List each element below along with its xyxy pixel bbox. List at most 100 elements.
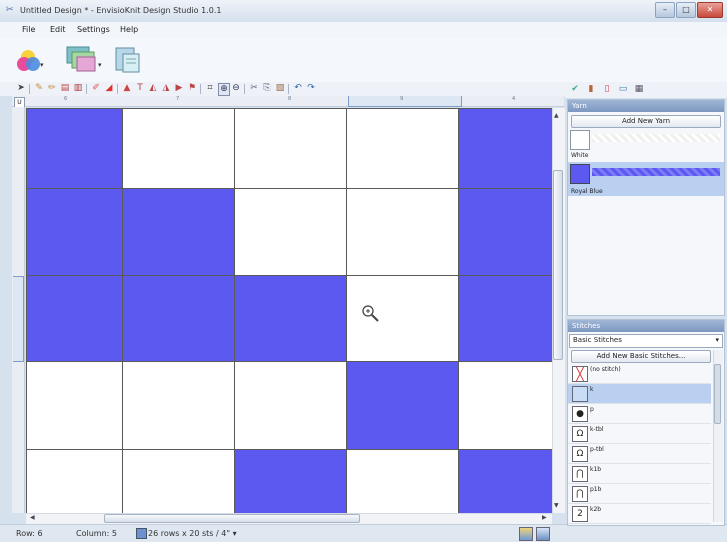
grid-cell[interactable] — [122, 188, 235, 276]
crop-icon[interactable]: ⌗ — [205, 83, 215, 94]
horizontal-scroll-thumb[interactable] — [104, 514, 360, 523]
toolbar-separator — [288, 84, 289, 94]
stitch-label: p — [590, 406, 594, 413]
chart-icon[interactable]: ▯ — [602, 84, 612, 95]
grid-cell[interactable] — [346, 188, 459, 276]
text-tool-icon[interactable]: T — [135, 83, 145, 94]
stitch-label: k2b — [590, 506, 602, 513]
stitch-set-select[interactable]: Basic Stitches ▾ — [569, 334, 723, 348]
knit-icon — [572, 386, 588, 402]
grid-cell[interactable] — [458, 108, 552, 189]
stamp-icon[interactable]: ▤ — [60, 83, 70, 94]
yarn-swatch-white[interactable] — [570, 130, 590, 150]
pencil-icon[interactable]: ✎ — [34, 83, 44, 94]
grid-cell[interactable] — [234, 361, 347, 450]
status-gauge[interactable]: 26 rows x 20 sts / 4" ▾ — [148, 529, 237, 538]
minimize-button[interactable]: – — [655, 2, 675, 18]
add-new-basic-stitches-button[interactable]: Add New Basic Stitches... — [571, 350, 711, 363]
undo-icon[interactable]: ↶ — [293, 83, 303, 94]
ruler-tick: 9 — [400, 96, 404, 102]
menu-file[interactable]: File — [22, 25, 35, 34]
pen-icon[interactable]: ✏ — [47, 83, 57, 94]
grid-cell[interactable] — [26, 361, 123, 450]
grid-cell[interactable] — [458, 275, 552, 362]
color-circles-icon[interactable]: ▾ — [17, 47, 47, 75]
grid-icon[interactable]: ▦ — [634, 84, 644, 95]
brush-icon[interactable]: ✐ — [91, 83, 101, 94]
menu-help[interactable]: Help — [120, 25, 138, 34]
shape-alt-icon[interactable]: ◮ — [161, 83, 171, 94]
grid-cell[interactable] — [346, 449, 459, 513]
scroll-up-icon[interactable]: ▲ — [554, 112, 559, 119]
grid-cell[interactable] — [234, 108, 347, 189]
grid-cell[interactable] — [346, 108, 459, 189]
grid-cell[interactable] — [122, 275, 235, 362]
menu-settings[interactable]: Settings — [77, 25, 110, 34]
yarn-tool-icon[interactable]: ✔ — [570, 84, 580, 95]
pattern-layers-icon[interactable]: ▾ — [65, 45, 105, 75]
stitch-item[interactable]: Ωk-tbl — [568, 424, 711, 444]
scroll-right-icon[interactable]: ▶ — [542, 514, 547, 521]
toolbar-separator — [86, 84, 87, 94]
toolbar-separator — [117, 84, 118, 94]
stitch-item[interactable]: Ωp-tbl — [568, 444, 711, 464]
add-new-yarn-button[interactable]: Add New Yarn — [571, 115, 721, 128]
shape-icon[interactable]: ◭ — [148, 83, 158, 94]
stitch-item[interactable]: ╳ (no stitch) — [568, 364, 711, 384]
stitch-label: k1b — [590, 466, 602, 473]
stitch-item[interactable]: 2 k2b — [568, 504, 711, 524]
svg-text:▾: ▾ — [40, 61, 44, 69]
book-icon[interactable]: ▮ — [586, 84, 596, 95]
grid-cell[interactable] — [122, 108, 235, 189]
grid-cell[interactable] — [26, 188, 123, 276]
paste-icon[interactable]: ▧ — [275, 83, 285, 94]
stitch-list-scroll-thumb[interactable] — [714, 364, 721, 424]
grid-cell[interactable] — [458, 449, 552, 513]
pointer-icon[interactable]: ➤ — [16, 83, 26, 94]
document-icon[interactable]: ▭ — [618, 84, 628, 95]
grid-cell[interactable] — [26, 108, 123, 189]
eraser-icon[interactable]: ◢ — [104, 83, 114, 94]
menu-edit[interactable]: Edit — [50, 25, 66, 34]
grid-cell[interactable] — [458, 361, 552, 450]
grid-cell[interactable] — [234, 275, 347, 362]
scroll-down-icon[interactable]: ▼ — [554, 502, 559, 509]
stitch-list: ╳(no stitch)k●pΩk-tblΩp-tbl⋂k1b⋂p1b2k2b3… — [568, 364, 713, 524]
view-mode-icon[interactable] — [519, 527, 533, 541]
zoom-out-icon[interactable]: ⊖ — [231, 83, 241, 94]
knit-tbl-icon: Ω — [572, 426, 588, 442]
vertical-scroll-thumb[interactable] — [553, 170, 563, 360]
grid-cell[interactable] — [26, 275, 123, 362]
redo-icon[interactable]: ↷ — [306, 83, 316, 94]
zoom-in-icon[interactable]: ⊕ — [218, 83, 230, 96]
pattern-sheet-icon[interactable] — [114, 45, 142, 75]
stitch-item[interactable]: ⋂ k1b — [568, 464, 711, 484]
scroll-left-icon[interactable]: ◀ — [30, 514, 35, 521]
stitch-label: p1b — [590, 486, 602, 493]
stitch-item[interactable]: 3k3b — [568, 524, 711, 525]
flag-icon[interactable]: ⚑ — [187, 83, 197, 94]
grid-cell[interactable] — [122, 449, 235, 513]
grid-cell[interactable] — [458, 188, 552, 276]
grid-cell[interactable] — [234, 188, 347, 276]
stitches-panel: Stitches Basic Stitches ▾ Add New Basic … — [567, 319, 725, 526]
maximize-button[interactable]: □ — [676, 2, 696, 18]
grid-cell[interactable] — [26, 449, 123, 513]
close-button[interactable]: ✕ — [697, 2, 723, 18]
copy-icon[interactable]: ⎘ — [262, 83, 272, 94]
grid-cell[interactable] — [122, 361, 235, 450]
stitch-item[interactable]: k — [568, 384, 711, 404]
stitch-item[interactable]: ⋂ p1b — [568, 484, 711, 504]
cut-icon[interactable]: ✂ — [249, 83, 259, 94]
yarn-swatch-blue[interactable] — [570, 164, 590, 184]
stitches-header: Stitches — [568, 320, 724, 332]
design-grid[interactable] — [26, 108, 552, 513]
stitch-item[interactable]: ● p — [568, 404, 711, 424]
grid-cell[interactable] — [346, 361, 459, 450]
fill-icon[interactable]: ▥ — [73, 83, 83, 94]
grid-cell[interactable] — [234, 449, 347, 513]
arrow-shape-icon[interactable]: ▶ — [174, 83, 184, 94]
shape-triangle-icon[interactable]: ▲ — [122, 83, 132, 94]
view-mode-alt-icon[interactable] — [536, 527, 550, 541]
chevron-down-icon: ▾ — [715, 336, 719, 344]
